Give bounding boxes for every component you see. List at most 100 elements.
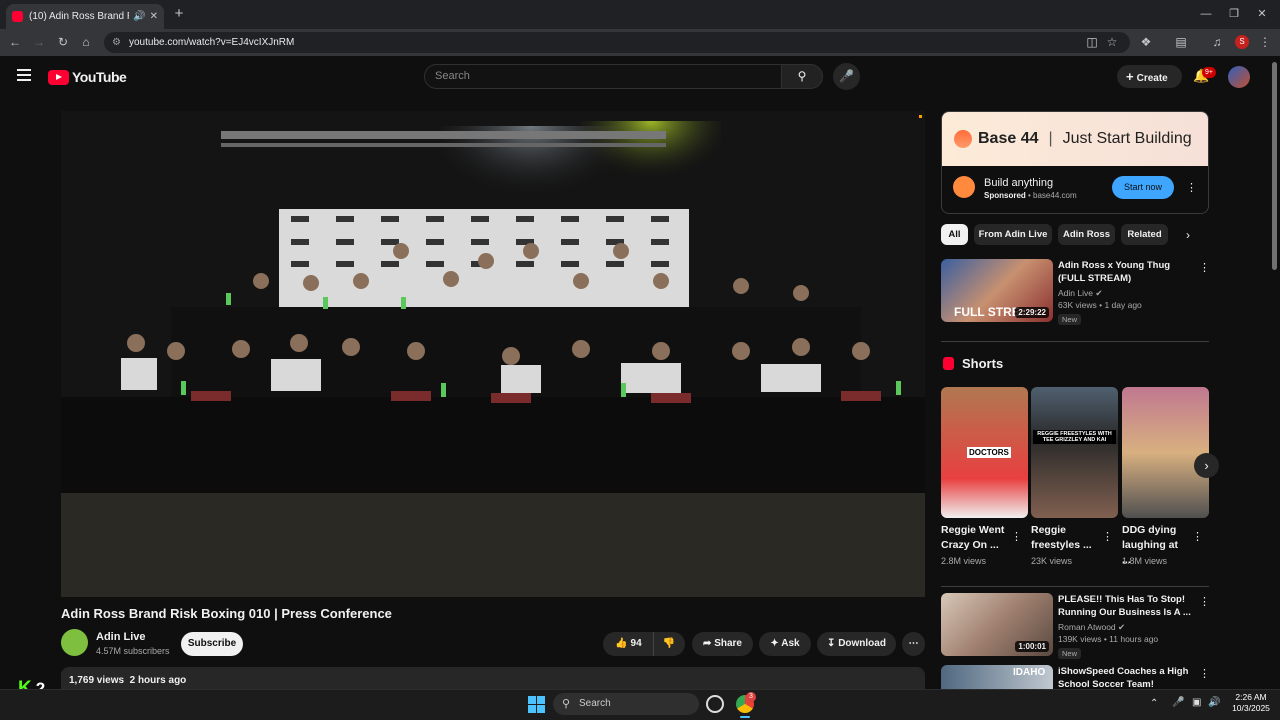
video-title: Adin Ross Brand Risk Boxing 010 | Press … <box>61 606 392 621</box>
volume-icon[interactable]: 🔊 <box>1208 697 1220 708</box>
related-channel[interactable]: Adin Live ✔ <box>1058 288 1102 299</box>
subscribe-button[interactable]: Subscribe <box>181 632 243 656</box>
scrollbar-thumb[interactable] <box>1272 62 1277 270</box>
more-actions-button[interactable]: ⋯ <box>902 632 925 656</box>
profile-avatar[interactable]: S <box>1235 35 1249 49</box>
ad-banner-brand: Base 44 <box>978 130 1039 147</box>
tray-chevron-icon[interactable]: ⌃ <box>1150 698 1158 709</box>
download-button[interactable]: ↧ Download <box>817 632 896 656</box>
site-info-icon[interactable]: ⚙ <box>112 32 121 53</box>
related-title[interactable]: PLEASE!! This Has To Stop! Running Our B… <box>1058 593 1194 619</box>
extensions-icon[interactable]: ❖ <box>1137 33 1155 51</box>
search-icon: ⚲ <box>562 698 571 710</box>
view-count: 1,769 views <box>69 675 125 686</box>
base44-logo-icon <box>954 130 972 148</box>
short-thumbnail[interactable] <box>1122 387 1209 518</box>
duration-badge: 1:00:01 <box>1015 641 1049 652</box>
chip-adin-ross[interactable]: Adin Ross <box>1058 224 1115 245</box>
related-thumbnail[interactable]: IDAHO <box>941 665 1053 689</box>
speaker-icon[interactable]: 🔊 <box>133 11 145 22</box>
hamburger-menu-icon[interactable] <box>17 69 31 81</box>
verified-check-icon: ✔ <box>1118 622 1126 632</box>
home-icon[interactable]: ⌂ <box>77 33 95 51</box>
microphone-icon[interactable]: 🎤 <box>1172 697 1184 708</box>
related-channel-name: Adin Live <box>1058 288 1093 298</box>
network-icon[interactable]: ▣ <box>1192 697 1201 708</box>
ask-label: Ask <box>781 638 800 649</box>
chip-related[interactable]: Related <box>1121 224 1168 245</box>
shorts-next-button[interactable]: › <box>1194 453 1219 478</box>
clock-time: 2:26 AM <box>1235 692 1267 702</box>
like-count: 94 <box>630 638 642 649</box>
channel-name[interactable]: Adin Live <box>96 631 146 643</box>
related-menu-icon[interactable]: ⋮ <box>1199 595 1210 608</box>
youtube-logo[interactable]: YouTube <box>48 68 127 86</box>
short-views: 2.8M views <box>941 556 987 566</box>
ad-banner[interactable]: Base 44 | Just Start Building <box>942 112 1208 166</box>
ad-sponsor-line: Sponsored • base44.com <box>984 191 1077 200</box>
related-thumbnail[interactable]: 1:00:01 <box>941 593 1053 656</box>
ad-menu-icon[interactable]: ⋮ <box>1186 181 1197 194</box>
forward-arrow-icon[interactable]: → <box>30 33 48 51</box>
video-player[interactable] <box>61 111 925 597</box>
minimize-button[interactable]: — <box>1192 4 1220 24</box>
back-arrow-icon[interactable]: ← <box>6 33 24 51</box>
related-title[interactable]: Adin Ross x Young Thug (FULL STREAM) <box>1058 259 1194 285</box>
dislike-button[interactable]: 👎 <box>654 632 684 656</box>
related-menu-icon[interactable]: ⋮ <box>1199 261 1210 274</box>
advertiser-logo[interactable] <box>953 176 975 198</box>
short-menu-icon[interactable]: ⋮ <box>1102 530 1113 543</box>
install-app-icon[interactable]: ◫ <box>1083 33 1101 51</box>
chrome-badge: 3 <box>746 692 756 702</box>
close-tab-icon[interactable]: ✕ <box>150 11 158 22</box>
url-text: youtube.com/watch?v=EJ4vcIXJnRM <box>129 37 295 48</box>
create-button[interactable]: + Create <box>1117 65 1182 88</box>
more-horizontal-icon: ⋯ <box>908 638 919 649</box>
youtube-play-icon <box>48 69 69 85</box>
download-icon: ↧ <box>827 638 836 649</box>
bookmark-star-icon[interactable]: ☆ <box>1103 33 1121 51</box>
chevron-right-icon: › <box>1204 458 1209 473</box>
short-views: 23K views <box>1031 556 1073 566</box>
related-thumbnail[interactable]: FULL STRE 2:29:22 <box>941 259 1053 322</box>
recorder-app-icon[interactable] <box>706 695 724 713</box>
close-window-button[interactable]: ✕ <box>1248 4 1276 24</box>
related-meta: 139K views • 11 hours ago <box>1058 634 1159 644</box>
related-menu-icon[interactable]: ⋮ <box>1199 667 1210 680</box>
chips-next-chevron-icon[interactable]: › <box>1186 228 1190 242</box>
search-button[interactable]: ⚲ <box>781 64 823 89</box>
taskbar-clock[interactable]: 2:26 AM 10/3/2025 <box>1226 692 1276 714</box>
related-title[interactable]: iShowSpeed Coaches a High School Soccer … <box>1058 665 1194 689</box>
notification-badge: 9+ <box>1202 67 1216 78</box>
short-title[interactable]: Reggie freestyles ... <box>1031 523 1095 553</box>
share-label: Share <box>714 638 742 649</box>
short-menu-icon[interactable]: ⋮ <box>1011 530 1022 543</box>
restore-button[interactable]: ❐ <box>1220 4 1248 24</box>
short-title[interactable]: Reggie Went Crazy On ... <box>941 523 1005 553</box>
related-channel[interactable]: Roman Atwood ✔ <box>1058 622 1125 633</box>
chrome-menu-icon[interactable]: ⋮ <box>1256 33 1274 51</box>
browser-tab[interactable]: (10) Adin Ross Brand Risk B... 🔊 ✕ <box>6 4 164 29</box>
side-panel-icon[interactable]: ▤ <box>1172 33 1190 51</box>
search-input[interactable]: Search <box>424 64 782 89</box>
taskbar-search[interactable]: ⚲ Search <box>553 693 699 715</box>
channel-avatar[interactable] <box>61 629 88 656</box>
windows-start-icon[interactable] <box>528 696 545 713</box>
account-avatar[interactable] <box>1228 66 1250 88</box>
ad-cta-button[interactable]: Start now <box>1112 176 1174 199</box>
ad-banner-tagline: Just Start Building <box>1062 130 1192 147</box>
share-button[interactable]: ➦ Share <box>692 632 753 656</box>
chip-from-adin-live[interactable]: From Adin Live <box>974 224 1052 245</box>
voice-search-button[interactable]: 🎤 <box>833 63 860 90</box>
ask-button[interactable]: ✦ Ask <box>759 632 811 656</box>
like-button[interactable]: 👍 94 <box>604 632 654 656</box>
short-menu-icon[interactable]: ⋮ <box>1192 530 1203 543</box>
short-thumbnail[interactable]: REGGIE FREESTYLES WITH TEE GRIZZLEY AND … <box>1031 387 1118 518</box>
media-controls-icon[interactable]: ♫ <box>1208 33 1226 51</box>
new-tab-button[interactable]: + <box>170 5 188 23</box>
short-thumbnail[interactable]: DOCTORS <box>941 387 1028 518</box>
reload-icon[interactable]: ↻ <box>54 33 72 51</box>
short-views: 1.8M views <box>1122 556 1168 566</box>
chip-all[interactable]: All <box>941 224 968 245</box>
address-bar[interactable]: ⚙ youtube.com/watch?v=EJ4vcIXJnRM <box>104 32 1130 53</box>
